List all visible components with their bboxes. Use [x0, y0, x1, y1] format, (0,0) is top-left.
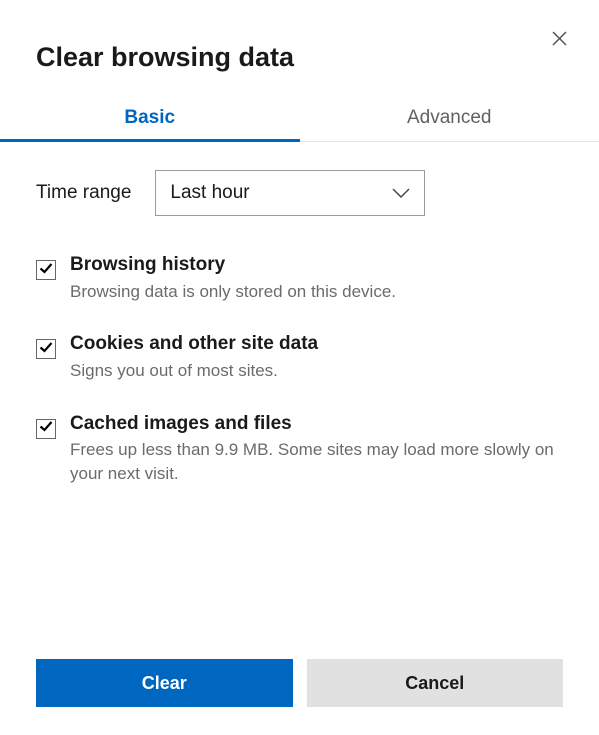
clear-button[interactable]: Clear: [36, 659, 293, 707]
checkbox-browsing-history[interactable]: [36, 260, 56, 280]
dialog-header: Clear browsing data: [36, 36, 563, 73]
checkmark-icon: [39, 419, 53, 438]
cancel-button[interactable]: Cancel: [307, 659, 564, 707]
clear-button-label: Clear: [142, 673, 187, 693]
time-range-row: Time range Last hour: [36, 170, 563, 216]
tab-advanced-label: Advanced: [407, 107, 492, 128]
dialog-footer: Clear Cancel: [36, 659, 563, 707]
options-list: Browsing history Browsing data is only s…: [36, 252, 563, 486]
checkbox-cached-files[interactable]: [36, 419, 56, 439]
checkmark-icon: [39, 261, 53, 280]
option-cached-files: Cached images and files Frees up less th…: [36, 411, 563, 486]
time-range-label: Time range: [36, 182, 131, 204]
clear-browsing-data-dialog: Clear browsing data Basic Advanced Time …: [0, 0, 599, 735]
dialog-title: Clear browsing data: [36, 42, 294, 73]
option-desc: Signs you out of most sites.: [70, 359, 318, 383]
option-browsing-history: Browsing history Browsing data is only s…: [36, 252, 563, 303]
option-title: Cookies and other site data: [70, 331, 318, 358]
option-desc: Browsing data is only stored on this dev…: [70, 280, 396, 304]
option-text: Cookies and other site data Signs you ou…: [70, 331, 318, 382]
dialog-content: Time range Last hour Browsing history Br…: [36, 142, 563, 659]
tab-bar: Basic Advanced: [0, 107, 599, 142]
time-range-selected: Last hour: [170, 182, 249, 204]
close-button[interactable]: [547, 28, 571, 52]
tab-advanced[interactable]: Advanced: [300, 107, 599, 141]
option-text: Browsing history Browsing data is only s…: [70, 252, 396, 303]
checkbox-cookies[interactable]: [36, 339, 56, 359]
option-desc: Frees up less than 9.9 MB. Some sites ma…: [70, 438, 563, 486]
option-title: Cached images and files: [70, 411, 563, 438]
option-text: Cached images and files Frees up less th…: [70, 411, 563, 486]
tab-basic-label: Basic: [124, 107, 175, 128]
time-range-select[interactable]: Last hour: [155, 170, 425, 216]
chevron-down-icon: [392, 182, 410, 204]
option-title: Browsing history: [70, 252, 396, 279]
tab-basic[interactable]: Basic: [0, 107, 300, 141]
checkmark-icon: [39, 340, 53, 359]
close-icon: [552, 31, 567, 49]
option-cookies: Cookies and other site data Signs you ou…: [36, 331, 563, 382]
cancel-button-label: Cancel: [405, 673, 464, 693]
